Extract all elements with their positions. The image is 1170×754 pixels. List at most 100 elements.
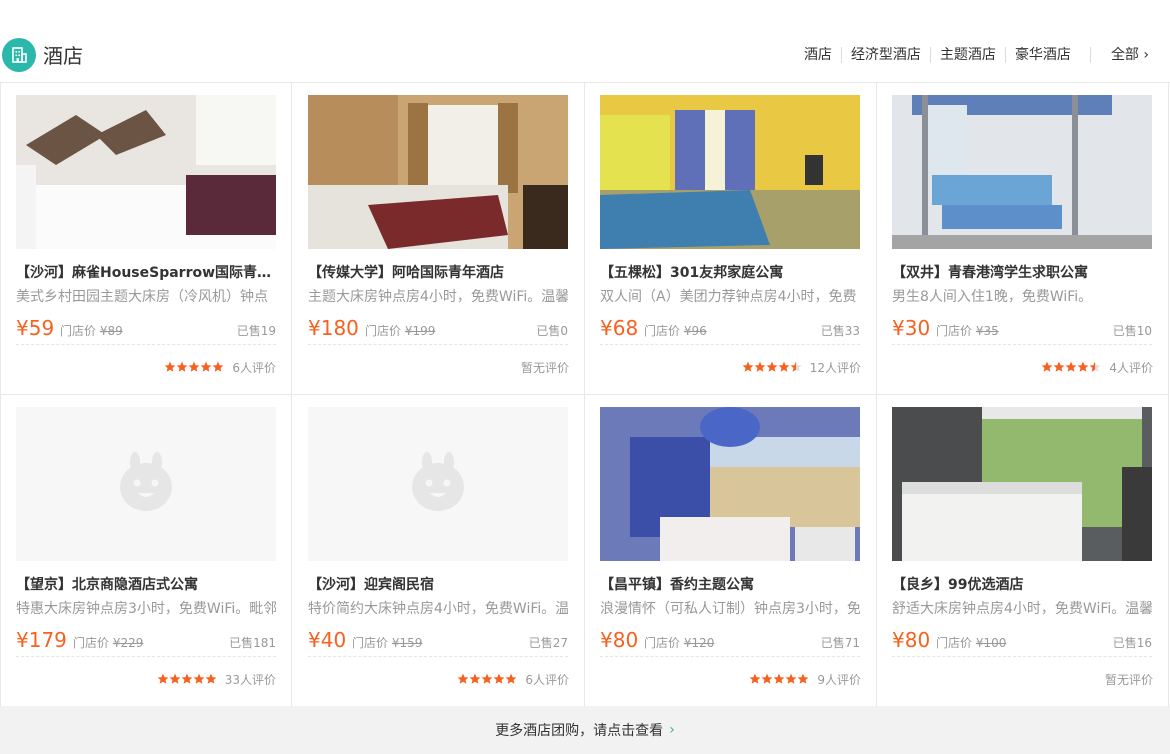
deal-photo[interactable] <box>600 407 860 561</box>
rating-stars <box>1041 361 1101 373</box>
deal-photo[interactable] <box>892 95 1152 249</box>
sold-count: 已售27 <box>528 636 568 650</box>
star-icon <box>778 361 790 373</box>
review-count[interactable]: 6人评价 <box>525 671 569 688</box>
deal-title[interactable]: 【传媒大学】阿哈国际青年酒店 <box>308 263 568 283</box>
deal-photo[interactable] <box>308 407 568 561</box>
price-row: ¥68 门店价 ¥96 已售33 <box>600 315 860 345</box>
review-count[interactable]: 4人评价 <box>1109 359 1153 376</box>
star-icon <box>1089 361 1101 373</box>
store-price-label: 门店价 <box>352 636 389 650</box>
star-icon <box>1065 361 1077 373</box>
filter-hotel[interactable]: 酒店 <box>795 47 841 63</box>
deal-price: ¥179 <box>16 628 67 652</box>
star-icon <box>1041 361 1053 373</box>
store-price-label: 门店价 <box>73 636 110 650</box>
star-icon <box>176 361 188 373</box>
star-icon <box>169 673 181 685</box>
deal-title[interactable]: 【沙河】迎宾阁民宿 <box>308 575 568 595</box>
original-price: ¥120 <box>683 636 715 650</box>
price-row: ¥40 门店价 ¥159 已售27 <box>308 627 568 657</box>
store-price-label: 门店价 <box>60 324 97 338</box>
deal-description: 双人间（A）美团力荐钟点房4小时，免费 <box>600 289 857 305</box>
price-row: ¥30 门店价 ¥35 已售10 <box>892 315 1152 345</box>
deal-description: 主题大床房钟点房4小时，免费WiFi。温馨 <box>308 289 568 305</box>
deal-card[interactable]: 【传媒大学】阿哈国际青年酒店 主题大床房钟点房4小时，免费WiFi。温馨 ¥180 门… <box>293 83 585 395</box>
filter-theme-hotel[interactable]: 主题酒店 <box>929 47 1005 63</box>
deal-title[interactable]: 【五棵松】301友邦家庭公寓 <box>600 263 860 283</box>
star-icon <box>469 673 481 685</box>
filter-luxury-hotel[interactable]: 豪华酒店 <box>1004 47 1080 63</box>
deal-price: ¥30 <box>892 316 931 340</box>
deal-title[interactable]: 【望京】北京商隐酒店式公寓 <box>16 575 276 595</box>
view-all-link[interactable]: 全部 › <box>1089 47 1158 63</box>
filter-economy-hotel[interactable]: 经济型酒店 <box>840 47 930 63</box>
deal-price: ¥80 <box>600 628 639 652</box>
review-count[interactable]: 6人评价 <box>232 359 276 376</box>
store-price: 门店价 ¥120 <box>644 636 714 650</box>
rating-stars <box>157 673 217 685</box>
deal-photo[interactable] <box>308 95 568 249</box>
deal-description: 特惠大床房钟点房3小时，免费WiFi。毗邻 <box>16 601 276 617</box>
store-price: 门店价 ¥35 <box>936 324 999 338</box>
sold-count: 已售181 <box>229 636 276 650</box>
review-count[interactable]: 9人评价 <box>817 671 861 688</box>
deal-price: ¥40 <box>308 628 347 652</box>
price-row: ¥80 门店价 ¥120 已售71 <box>600 627 860 657</box>
review-count[interactable]: 33人评价 <box>225 671 276 688</box>
deal-title[interactable]: 【双井】青春港湾学生求职公寓 <box>892 263 1152 283</box>
deal-price: ¥59 <box>16 316 55 340</box>
review-count[interactable]: 暂无评价 <box>521 359 569 376</box>
deal-price: ¥80 <box>892 628 931 652</box>
rating: 9人评价 <box>749 671 861 687</box>
deal-card[interactable]: 【五棵松】301友邦家庭公寓双人间（A）美团力荐钟点房4小时，免费 ¥68 门店价 … <box>585 83 877 395</box>
star-icon <box>193 673 205 685</box>
sold-count: 已售71 <box>820 636 860 650</box>
rating: 6人评价 <box>164 359 276 375</box>
review-count[interactable]: 12人评价 <box>810 359 861 376</box>
rating: 6人评价 <box>457 671 569 687</box>
deal-card[interactable]: 【双井】青春港湾学生求职公寓男生8人间入住1晚，免费WiFi。 ¥30 门店价 ¥3… <box>877 83 1169 395</box>
deal-title[interactable]: 【昌平镇】香约主题公寓 <box>600 575 860 595</box>
deal-card[interactable]: 【望京】北京商隐酒店式公寓特惠大床房钟点房3小时，免费WiFi。毗邻 ¥179 门店… <box>0 395 292 707</box>
star-icon <box>790 361 802 373</box>
deal-photo[interactable] <box>16 407 276 561</box>
store-price: 门店价 ¥159 <box>352 636 422 650</box>
star-icon <box>766 361 778 373</box>
rating-stars <box>457 673 517 685</box>
star-icon <box>181 673 193 685</box>
deal-photo[interactable] <box>600 95 860 249</box>
star-icon <box>785 673 797 685</box>
deal-photo[interactable] <box>16 95 276 249</box>
review-count[interactable]: 暂无评价 <box>1105 671 1153 688</box>
original-price: ¥159 <box>391 636 423 650</box>
more-deals-text: 更多酒店团购，请点击查看 <box>495 723 664 739</box>
original-price: ¥89 <box>99 324 123 338</box>
rating: 4人评价 <box>1041 359 1153 375</box>
star-icon <box>457 673 469 685</box>
deal-description: 美式乡村田园主题大床房（冷风机）钟点 <box>16 289 268 305</box>
sold-count: 已售19 <box>236 324 276 338</box>
star-icon <box>1077 361 1089 373</box>
original-price: ¥35 <box>975 324 999 338</box>
original-price: ¥96 <box>683 324 707 338</box>
more-deals-link[interactable]: 更多酒店团购，请点击查看 › <box>0 706 1170 754</box>
deal-card[interactable]: 【沙河】迎宾阁民宿 特价简约大床钟点房4小时，免费WiFi。温 ¥40 门店价 ¥15… <box>293 395 585 707</box>
deal-title[interactable]: 【良乡】99优选酒店 <box>892 575 1152 595</box>
deal-card[interactable]: 【昌平镇】香约主题公寓 浪漫情怀（可私人订制）钟点房3小时，免 ¥80 门店价 ¥12… <box>585 395 877 707</box>
deal-photo[interactable] <box>892 407 1152 561</box>
rating: 12人评价 <box>742 359 861 375</box>
store-price-label: 门店价 <box>644 324 681 338</box>
store-price: 门店价 ¥199 <box>365 324 435 338</box>
star-icon <box>200 361 212 373</box>
deal-card[interactable]: 【沙河】麻雀HouseSparrow国际青年旅舍美式乡村田园主题大床房（冷风机）… <box>0 83 292 395</box>
store-price: 门店价 ¥229 <box>73 636 143 650</box>
star-icon <box>188 361 200 373</box>
deal-title[interactable]: 【沙河】麻雀HouseSparrow国际青年旅舍 <box>16 263 276 283</box>
rating: 暂无评价 <box>521 359 569 375</box>
deal-card[interactable]: 【良乡】99优选酒店 舒适大床房钟点房4小时，免费WiFi。温馨 ¥80 门店价 ¥1… <box>877 395 1169 707</box>
deal-description: 男生8人间入住1晚，免费WiFi。 <box>892 289 1093 305</box>
price-row: ¥59 门店价 ¥89 已售19 <box>16 315 276 345</box>
original-price: ¥100 <box>975 636 1007 650</box>
price-row: ¥80 门店价 ¥100 已售16 <box>892 627 1152 657</box>
